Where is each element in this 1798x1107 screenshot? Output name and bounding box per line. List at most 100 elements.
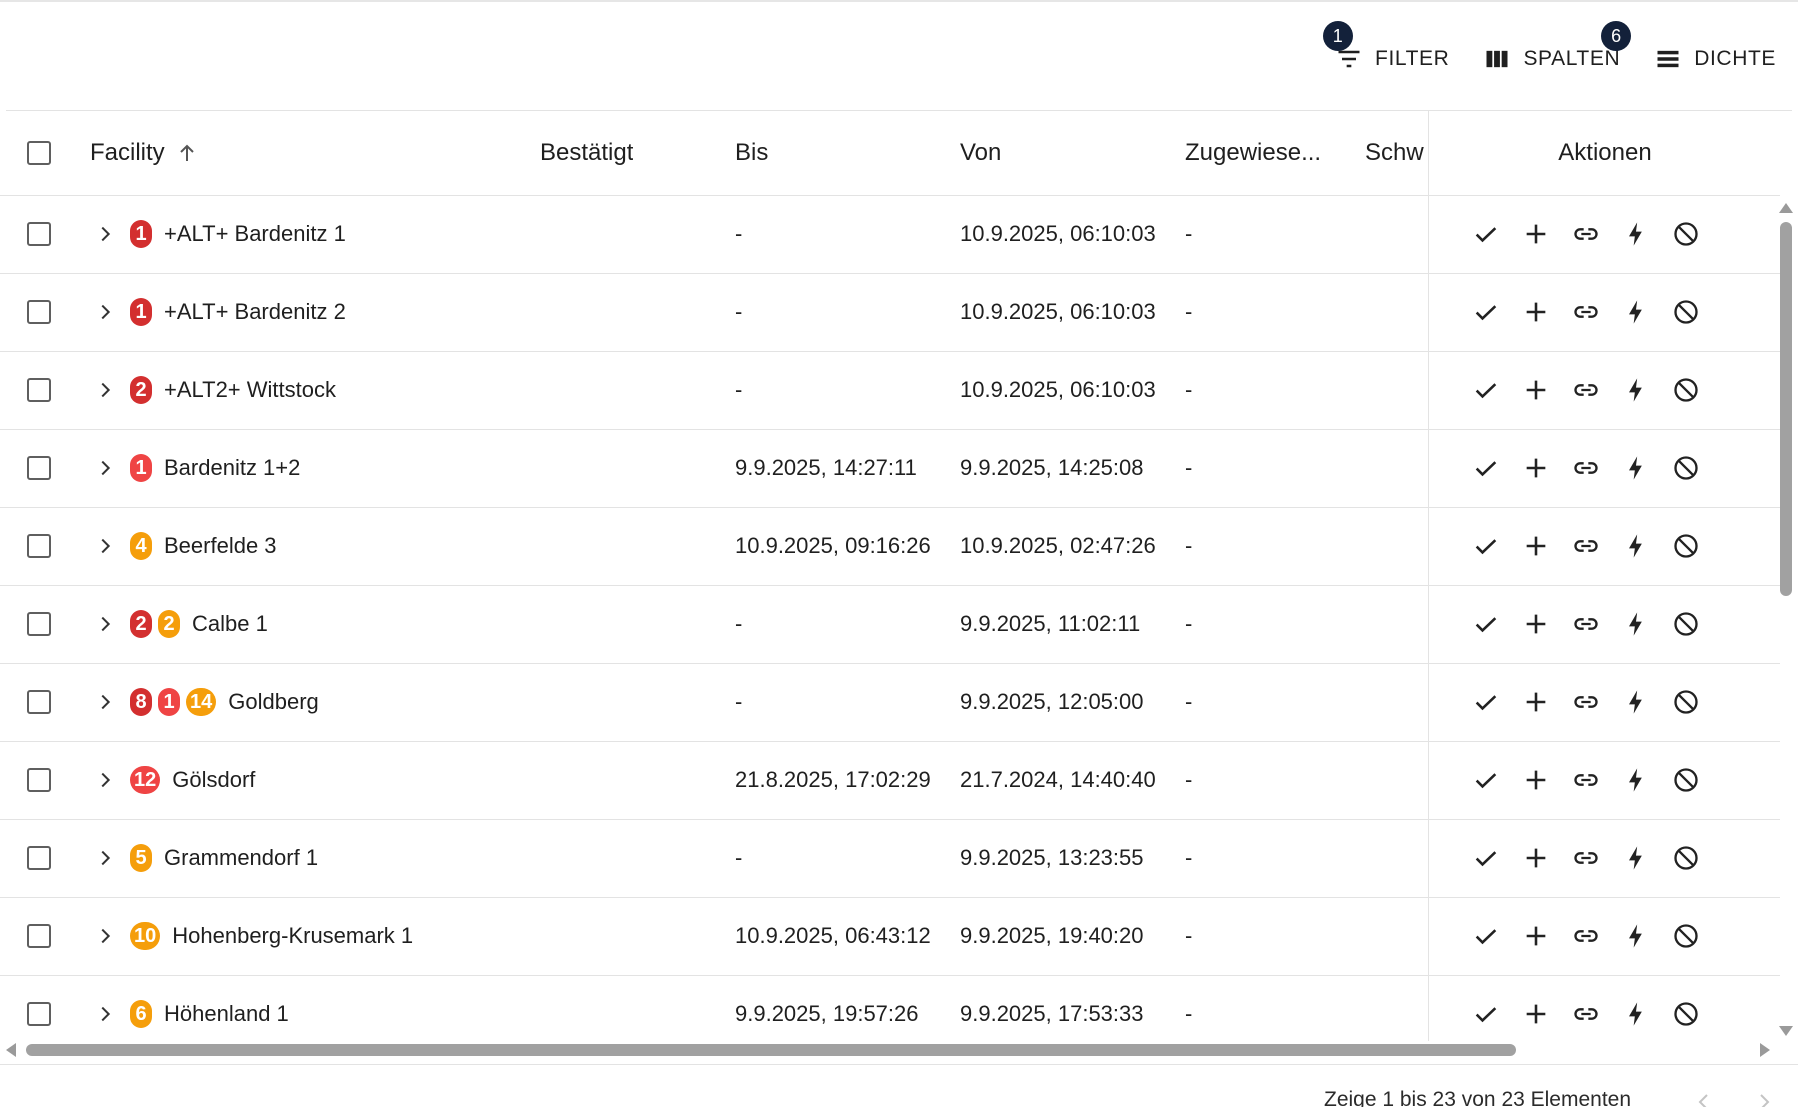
check-action-button[interactable] [1471, 453, 1501, 483]
block-action-button[interactable] [1671, 843, 1701, 873]
expand-chevron-icon[interactable] [94, 925, 116, 947]
bolt-action-button[interactable] [1621, 843, 1651, 873]
row-checkbox[interactable] [24, 765, 54, 795]
scroll-right-arrow[interactable] [1760, 1043, 1770, 1057]
scroll-up-arrow[interactable] [1779, 203, 1793, 213]
row-checkbox[interactable] [24, 843, 54, 873]
plus-action-button[interactable] [1521, 843, 1551, 873]
check-action-button[interactable] [1471, 765, 1501, 795]
bolt-action-button[interactable] [1621, 999, 1651, 1029]
column-header-until[interactable]: Bis [735, 111, 768, 195]
bolt-action-button[interactable] [1621, 765, 1651, 795]
column-header-severity[interactable]: Schw [1365, 111, 1428, 195]
row-checkbox[interactable] [24, 219, 54, 249]
plus-action-button[interactable] [1521, 609, 1551, 639]
block-action-button[interactable] [1671, 297, 1701, 327]
expand-chevron-icon[interactable] [94, 613, 116, 635]
block-action-button[interactable] [1671, 375, 1701, 405]
next-page-icon[interactable] [1752, 1090, 1776, 1107]
plus-action-button[interactable] [1521, 687, 1551, 717]
link-action-button[interactable] [1571, 687, 1601, 717]
plus-action-button[interactable] [1521, 921, 1551, 951]
link-action-button[interactable] [1571, 843, 1601, 873]
sort-ascending-icon[interactable] [175, 141, 199, 165]
link-action-button[interactable] [1571, 609, 1601, 639]
column-header-from[interactable]: Von [960, 111, 1001, 195]
expand-chevron-icon[interactable] [94, 847, 116, 869]
bolt-action-button[interactable] [1621, 531, 1651, 561]
bolt-action-button[interactable] [1621, 375, 1651, 405]
row-checkbox[interactable] [24, 453, 54, 483]
bolt-action-button[interactable] [1621, 609, 1651, 639]
column-header-facility[interactable]: Facility [90, 111, 199, 195]
row-checkbox[interactable] [24, 999, 54, 1029]
previous-page-icon[interactable] [1692, 1090, 1716, 1107]
expand-chevron-icon[interactable] [94, 769, 116, 791]
block-action-button[interactable] [1671, 531, 1701, 561]
block-action-button[interactable] [1671, 765, 1701, 795]
row-checkbox[interactable] [24, 687, 54, 717]
bolt-action-button[interactable] [1621, 297, 1651, 327]
check-action-button[interactable] [1471, 843, 1501, 873]
column-header-confirmed[interactable]: Bestätigt [540, 111, 633, 195]
expand-chevron-icon[interactable] [94, 457, 116, 479]
link-action-button[interactable] [1571, 531, 1601, 561]
expand-chevron-icon[interactable] [94, 223, 116, 245]
plus-action-button[interactable] [1521, 375, 1551, 405]
link-action-button[interactable] [1571, 765, 1601, 795]
bolt-action-button[interactable] [1621, 219, 1651, 249]
link-action-button[interactable] [1571, 921, 1601, 951]
check-action-button[interactable] [1471, 531, 1501, 561]
vertical-scrollbar-thumb[interactable] [1780, 222, 1792, 596]
scroll-down-arrow[interactable] [1779, 1026, 1793, 1036]
check-action-button[interactable] [1471, 921, 1501, 951]
block-action-button[interactable] [1671, 453, 1701, 483]
columns-button[interactable]: 6 Spalten [1483, 21, 1632, 73]
plus-action-button[interactable] [1521, 765, 1551, 795]
until-cell: 21.8.2025, 17:02:29 [735, 767, 931, 792]
row-checkbox[interactable] [24, 609, 54, 639]
check-action-button[interactable] [1471, 375, 1501, 405]
block-action-button[interactable] [1671, 609, 1701, 639]
bolt-action-button[interactable] [1621, 687, 1651, 717]
bolt-action-button[interactable] [1621, 453, 1651, 483]
link-action-button[interactable] [1571, 999, 1601, 1029]
check-action-button[interactable] [1471, 999, 1501, 1029]
horizontal-scrollbar-thumb[interactable] [26, 1044, 1516, 1056]
check-icon [1475, 695, 1497, 711]
column-header-assigned[interactable]: Zugewiese... [1185, 111, 1321, 195]
link-action-button[interactable] [1571, 453, 1601, 483]
block-action-button[interactable] [1671, 219, 1701, 249]
bolt-action-button[interactable] [1621, 921, 1651, 951]
link-action-button[interactable] [1571, 375, 1601, 405]
link-action-button[interactable] [1571, 219, 1601, 249]
filter-button[interactable]: 1 Filter [1323, 21, 1449, 73]
check-action-button[interactable] [1471, 219, 1501, 249]
block-action-button[interactable] [1671, 999, 1701, 1029]
plus-action-button[interactable] [1521, 531, 1551, 561]
select-all-checkbox[interactable] [24, 138, 54, 168]
link-action-button[interactable] [1571, 297, 1601, 327]
plus-action-button[interactable] [1521, 219, 1551, 249]
check-action-button[interactable] [1471, 687, 1501, 717]
row-checkbox[interactable] [24, 921, 54, 951]
block-action-button[interactable] [1671, 921, 1701, 951]
check-action-button[interactable] [1471, 297, 1501, 327]
block-action-button[interactable] [1671, 687, 1701, 717]
expand-chevron-icon[interactable] [94, 535, 116, 557]
check-action-button[interactable] [1471, 609, 1501, 639]
plus-action-button[interactable] [1521, 999, 1551, 1029]
row-checkbox[interactable] [24, 375, 54, 405]
density-button[interactable]: Dichte [1654, 45, 1776, 73]
expand-chevron-icon[interactable] [94, 691, 116, 713]
scroll-left-arrow[interactable] [6, 1043, 16, 1057]
expand-chevron-icon[interactable] [94, 1003, 116, 1025]
plus-action-button[interactable] [1521, 297, 1551, 327]
bolt-icon [1629, 300, 1642, 324]
expand-chevron-icon[interactable] [94, 379, 116, 401]
expand-chevron-icon[interactable] [94, 301, 116, 323]
row-checkbox[interactable] [24, 531, 54, 561]
row-checkbox[interactable] [24, 297, 54, 327]
plus-action-button[interactable] [1521, 453, 1551, 483]
plus-icon [1526, 770, 1546, 790]
